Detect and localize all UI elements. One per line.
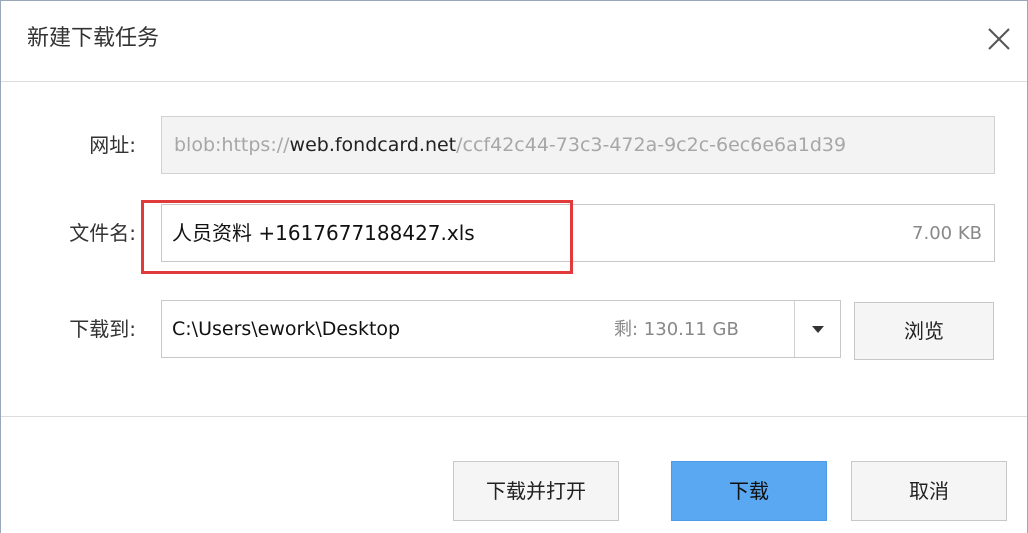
- dialog-titlebar: 新建下载任务: [1, 1, 1027, 82]
- file-size: 7.00 KB: [912, 223, 982, 244]
- save-path-combobox[interactable]: C:\Users\ework\Desktop 剩: 130.11 GB: [161, 300, 841, 358]
- close-icon: [988, 28, 1010, 50]
- download-button[interactable]: 下载: [671, 461, 827, 521]
- browse-button[interactable]: 浏览: [854, 302, 994, 360]
- url-text: blob:https://web.fondcard.net/ccf42c44-7…: [174, 131, 846, 159]
- filename-input[interactable]: 人员资料 +1617677188427.xls 7.00 KB: [161, 204, 995, 262]
- url-label: 网址:: [89, 133, 136, 157]
- download-and-open-button[interactable]: 下载并打开: [453, 461, 619, 521]
- dialog-footer: 下载并打开 下载 取消: [1, 416, 1027, 533]
- caret-down-icon: [812, 326, 824, 333]
- save-to-label: 下载到:: [69, 317, 136, 341]
- save-path-value: C:\Users\ework\Desktop: [172, 318, 401, 340]
- url-suffix: /ccf42c44-73c3-472a-9c2c-6ec6e6a1d39: [456, 134, 847, 156]
- filename-value: 人员资料 +1617677188427.xls: [172, 221, 475, 245]
- url-host: web.fondcard.net: [289, 134, 457, 156]
- cancel-button[interactable]: 取消: [851, 461, 1007, 521]
- new-download-dialog: 新建下载任务 网址: blob:https://web.fondcard.net…: [0, 0, 1028, 533]
- url-field[interactable]: blob:https://web.fondcard.net/ccf42c44-7…: [161, 116, 995, 174]
- path-dropdown-button[interactable]: [795, 301, 840, 357]
- dialog-title: 新建下载任务: [27, 26, 160, 51]
- free-space: 剩: 130.11 GB: [614, 319, 739, 340]
- close-button[interactable]: [981, 21, 1017, 57]
- dialog-body: 网址: blob:https://web.fondcard.net/ccf42c…: [1, 82, 1027, 416]
- filename-label: 文件名:: [69, 221, 136, 245]
- url-prefix: blob:https://: [174, 134, 290, 156]
